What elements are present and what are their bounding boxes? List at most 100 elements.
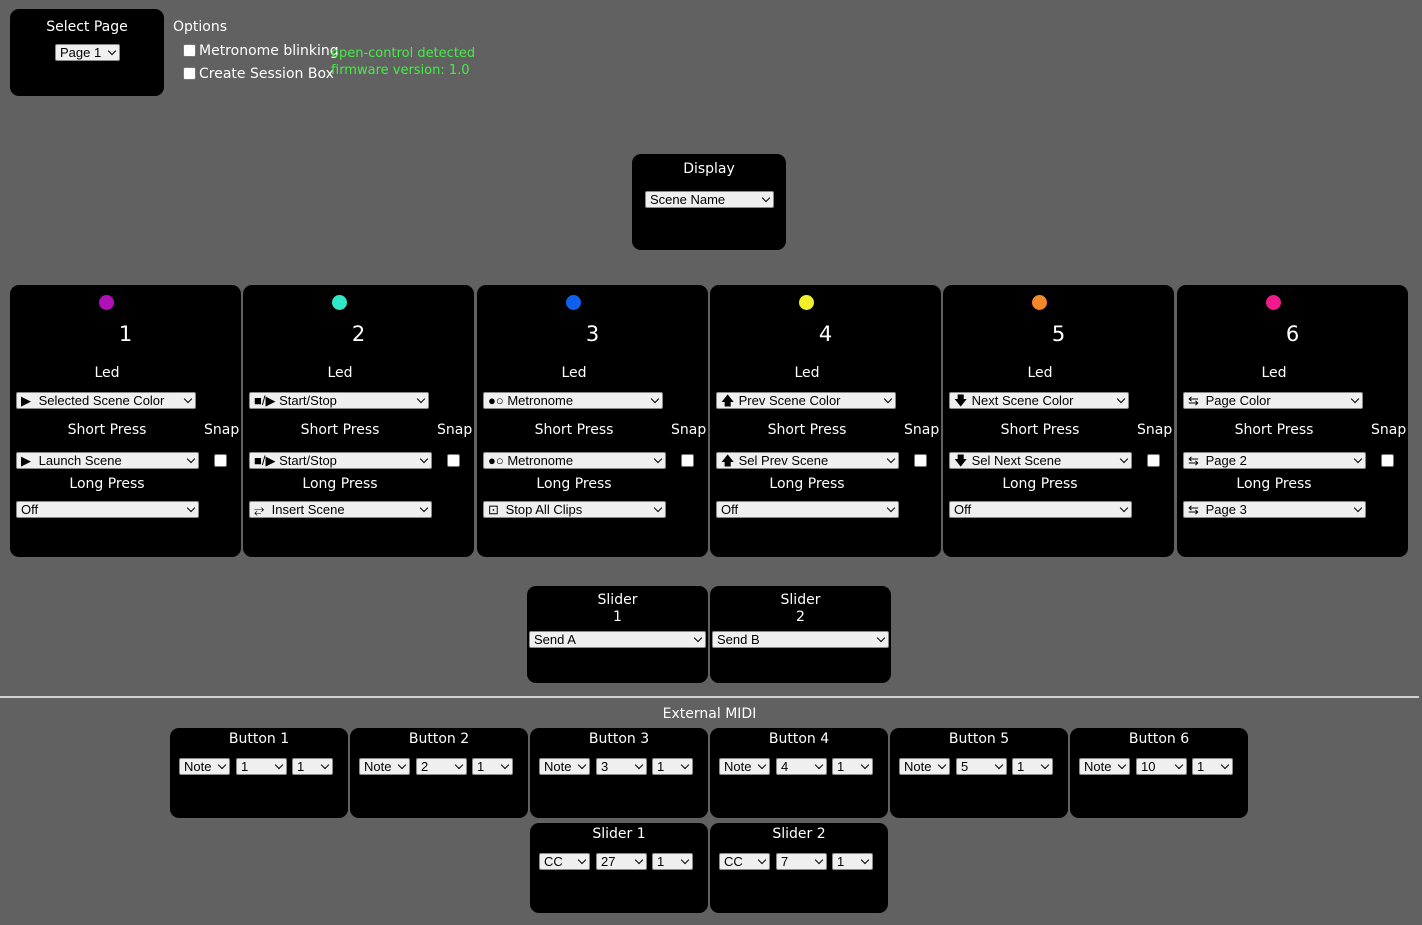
midi-button-panel-5: Button 5 Note 5 1 (890, 728, 1068, 818)
snap-checkbox[interactable] (1147, 454, 1160, 467)
short-press-select[interactable]: ▶ Launch Scene (16, 452, 199, 469)
page-select[interactable]: Page 1 (55, 44, 120, 61)
long-press-label: Long Press (302, 476, 378, 492)
midi-channel-select[interactable]: 1 (292, 758, 333, 775)
led-color-indicator (566, 295, 581, 310)
midi-type-select[interactable]: CC (539, 853, 590, 870)
led-select-value: Metronome (507, 393, 574, 408)
slider-panel-2: Slider 2 Send B (710, 586, 891, 683)
short-press-label: Short Press (1234, 422, 1314, 438)
midi-channel-select[interactable]: 1 (1192, 758, 1233, 775)
midi-channel-select[interactable]: 1 (832, 758, 873, 775)
led-select[interactable]: ●○ Metronome (483, 392, 663, 409)
led-select[interactable]: ▶ Selected Scene Color (16, 392, 196, 409)
chevron-down-icon (876, 633, 886, 643)
chevron-down-icon (761, 193, 771, 203)
snap-label: Snap (1137, 422, 1173, 438)
midi-type-select[interactable]: Note (719, 758, 770, 775)
long-press-select[interactable]: Off (716, 501, 899, 518)
display-select[interactable]: Scene Name (645, 191, 774, 208)
chevron-down-icon (419, 454, 429, 464)
long-press-select[interactable]: ⥂ Insert Scene (249, 501, 432, 518)
led-select[interactable]: 🡅 Prev Scene Color (716, 392, 896, 409)
short-press-select-icon: ▶ (21, 453, 31, 468)
midi-button-title: Button 2 (408, 731, 470, 747)
snap-checkbox[interactable] (914, 454, 927, 467)
chevron-down-icon (814, 855, 824, 865)
snap-checkbox[interactable] (214, 454, 227, 467)
chevron-down-icon (653, 503, 663, 513)
chevron-down-icon (1174, 760, 1184, 770)
chevron-down-icon (650, 394, 660, 404)
midi-number-select[interactable]: 2 (416, 758, 467, 775)
midi-type-select[interactable]: Note (179, 758, 230, 775)
short-press-select-icon: 🡅 (721, 453, 735, 468)
short-press-select[interactable]: ■/▶ Start/Stop (249, 452, 432, 469)
snap-checkbox[interactable] (1381, 454, 1394, 467)
midi-number-select[interactable]: 4 (776, 758, 827, 775)
midi-type-select[interactable]: Note (539, 758, 590, 775)
midi-number-select-value: 27 (601, 854, 616, 869)
midi-number-select[interactable]: 7 (776, 853, 827, 870)
button-number: 6 (1285, 322, 1300, 346)
midi-channel-select[interactable]: 1 (472, 758, 513, 775)
led-select[interactable]: ■/▶ Start/Stop (249, 392, 429, 409)
led-select-icon: ⇆ (1188, 393, 1199, 408)
short-press-select[interactable]: 🡅 Sel Prev Scene (716, 452, 899, 469)
midi-button-title: Button 1 (228, 731, 290, 747)
midi-channel-select[interactable]: 1 (832, 853, 873, 870)
midi-number-select[interactable]: 27 (596, 853, 647, 870)
button-number: 5 (1051, 322, 1066, 346)
long-press-select[interactable]: Off (16, 501, 199, 518)
midi-number-select[interactable]: 1 (236, 758, 287, 775)
midi-channel-select[interactable]: 1 (652, 853, 693, 870)
slider-1-select[interactable]: Send A (529, 631, 706, 648)
midi-button-title: Button 6 (1128, 731, 1190, 747)
short-press-select[interactable]: ●○ Metronome (483, 452, 666, 469)
long-press-select-value: Stop All Clips (505, 502, 583, 517)
midi-channel-select-value: 1 (1197, 759, 1205, 774)
select-page-title: Select Page (46, 19, 128, 35)
led-select-icon: ▶ (21, 393, 31, 408)
midi-type-select[interactable]: Note (1079, 758, 1130, 775)
slider-2-select[interactable]: Send B (712, 631, 889, 648)
led-label: Led (1261, 365, 1287, 381)
chevron-down-icon (1220, 760, 1230, 770)
snap-label: Snap (671, 422, 707, 438)
snap-checkbox[interactable] (681, 454, 694, 467)
chevron-down-icon (634, 855, 644, 865)
long-press-label: Long Press (1236, 476, 1312, 492)
long-press-select-value: Off (721, 502, 739, 517)
slider-1-title: Slider (597, 592, 638, 608)
page-select-value: Page 1 (60, 45, 102, 60)
chevron-down-icon (757, 760, 767, 770)
led-select-value: Selected Scene Color (38, 393, 165, 408)
midi-number-select[interactable]: 3 (596, 758, 647, 775)
chevron-down-icon (814, 760, 824, 770)
long-press-select-icon: ⇆ (1188, 502, 1199, 517)
midi-channel-select[interactable]: 1 (652, 758, 693, 775)
midi-type-select[interactable]: Note (899, 758, 950, 775)
midi-type-select[interactable]: Note (359, 758, 410, 775)
long-press-select[interactable]: ⊡ Stop All Clips (483, 501, 666, 518)
long-press-select[interactable]: Off (949, 501, 1132, 518)
short-press-label: Short Press (300, 422, 380, 438)
session-box-checkbox[interactable] (183, 67, 196, 80)
led-label: Led (1027, 365, 1053, 381)
midi-channel-select[interactable]: 1 (1012, 758, 1053, 775)
midi-number-select[interactable]: 10 (1136, 758, 1187, 775)
led-select[interactable]: ⇆ Page Color (1183, 392, 1363, 409)
chevron-down-icon (577, 760, 587, 770)
midi-number-select[interactable]: 5 (956, 758, 1007, 775)
long-press-select[interactable]: ⇆ Page 3 (1183, 501, 1366, 518)
short-press-select[interactable]: 🡇 Sel Next Scene (949, 452, 1132, 469)
metronome-checkbox[interactable] (183, 44, 196, 57)
midi-type-select[interactable]: CC (719, 853, 770, 870)
snap-checkbox[interactable] (447, 454, 460, 467)
slider-1-value: Send A (534, 632, 576, 647)
midi-channel-select-value: 1 (297, 759, 305, 774)
select-page-panel: Select Page Page 1 (10, 9, 164, 96)
led-select[interactable]: 🡇 Next Scene Color (949, 392, 1129, 409)
short-press-select-icon: ●○ (488, 453, 504, 468)
short-press-select[interactable]: ⇆ Page 2 (1183, 452, 1366, 469)
